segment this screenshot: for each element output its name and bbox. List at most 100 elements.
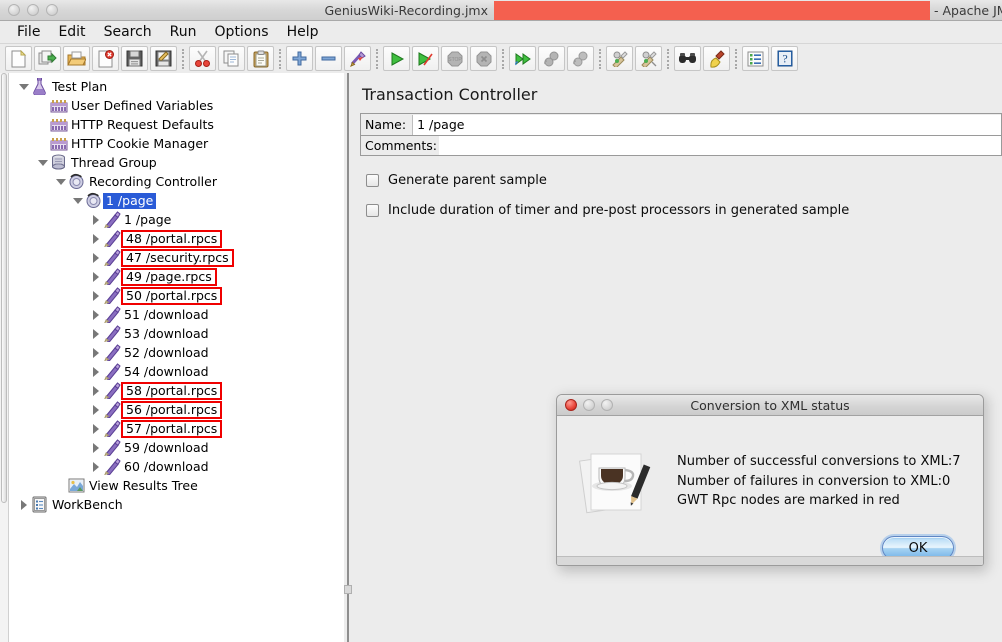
chevron-right-icon[interactable] — [89, 343, 102, 362]
generate-parent-sample-checkbox[interactable] — [366, 174, 379, 187]
start-icon[interactable] — [383, 46, 410, 71]
tree-node[interactable]: 58 /portal.rpcs — [9, 381, 344, 400]
search-icon[interactable] — [674, 46, 701, 71]
include-duration-row[interactable]: Include duration of timer and pre-post p… — [366, 203, 849, 218]
stop-icon[interactable]: STOP — [441, 46, 468, 71]
tree-node[interactable]: Test Plan — [9, 77, 344, 96]
templates-icon[interactable] — [34, 46, 61, 71]
tree-node[interactable]: Thread Group — [9, 153, 344, 172]
chevron-right-icon[interactable] — [89, 267, 102, 286]
thread-group-icon — [49, 153, 68, 172]
chevron-right-icon[interactable] — [89, 438, 102, 457]
tree-node[interactable]: 49 /page.rpcs — [9, 267, 344, 286]
chevron-right-icon[interactable] — [89, 457, 102, 476]
open-icon[interactable] — [63, 46, 90, 71]
save-icon[interactable] — [121, 46, 148, 71]
save-as-icon[interactable] — [150, 46, 177, 71]
function-helper-icon[interactable] — [742, 46, 769, 71]
tree-node[interactable]: 56 /portal.rpcs — [9, 400, 344, 419]
name-input[interactable] — [412, 114, 1001, 135]
tree-node[interactable]: View Results Tree — [9, 476, 344, 495]
dialog-window-controls[interactable] — [565, 399, 613, 411]
menu-options[interactable]: Options — [206, 21, 278, 43]
chevron-right-icon[interactable] — [89, 400, 102, 419]
redaction-overlay — [494, 1, 930, 20]
tree-node[interactable]: Recording Controller — [9, 172, 344, 191]
help-icon[interactable]: ? — [771, 46, 798, 71]
copy-icon[interactable] — [218, 46, 245, 71]
tree-node-label: 48 /portal.rpcs — [121, 229, 223, 248]
chevron-right-icon[interactable] — [89, 210, 102, 229]
menu-help[interactable]: Help — [278, 21, 328, 43]
clear-all-icon[interactable] — [635, 46, 662, 71]
search-reset-icon[interactable] — [703, 46, 730, 71]
tree-node[interactable]: 57 /portal.rpcs — [9, 419, 344, 438]
tree-node[interactable]: 59 /download — [9, 438, 344, 457]
tree-node[interactable]: 54 /download — [9, 362, 344, 381]
remote-stop-all-icon[interactable] — [538, 46, 565, 71]
tree-node[interactable]: HTTP Request Defaults — [9, 115, 344, 134]
sampler-icon — [102, 324, 121, 343]
tree-node-label: 47 /security.rpcs — [121, 248, 234, 267]
menu-run[interactable]: Run — [161, 21, 206, 43]
tree-scrollbar-thumb[interactable] — [1, 73, 7, 503]
tree-node[interactable]: 50 /portal.rpcs — [9, 286, 344, 305]
tree-node[interactable]: 48 /portal.rpcs — [9, 229, 344, 248]
chevron-down-icon[interactable] — [71, 191, 84, 210]
tree-node[interactable]: WorkBench — [9, 495, 344, 514]
remote-shutdown-all-icon[interactable] — [567, 46, 594, 71]
name-row: Name: — [360, 113, 1002, 135]
tree-node[interactable]: 1 /page — [9, 191, 344, 210]
menu-file[interactable]: File — [8, 21, 49, 43]
tree-node[interactable]: 51 /download — [9, 305, 344, 324]
panel-splitter[interactable] — [344, 73, 352, 642]
chevron-right-icon[interactable] — [89, 419, 102, 438]
chevron-right-icon[interactable] — [89, 362, 102, 381]
paste-icon[interactable] — [247, 46, 274, 71]
dialog-title: Conversion to XML status — [690, 398, 850, 413]
menu-edit[interactable]: Edit — [49, 21, 94, 43]
dialog-maximize-button[interactable] — [601, 399, 613, 411]
comments-input[interactable] — [438, 136, 1001, 155]
chevron-right-icon[interactable] — [89, 324, 102, 343]
tree-node[interactable]: 47 /security.rpcs — [9, 248, 344, 267]
dialog-minimize-button[interactable] — [583, 399, 595, 411]
cut-icon[interactable] — [189, 46, 216, 71]
tree-node[interactable]: 53 /download — [9, 324, 344, 343]
tree-scrollbar[interactable] — [0, 73, 9, 642]
tree-node[interactable]: HTTP Cookie Manager — [9, 134, 344, 153]
splitter-grip[interactable] — [344, 585, 352, 594]
tree-node[interactable]: 60 /download — [9, 457, 344, 476]
test-plan-tree[interactable]: Test Plan User Defined Variables HTTP Requ… — [9, 73, 344, 514]
chevron-down-icon[interactable] — [36, 153, 49, 172]
config-element-icon — [49, 115, 68, 134]
sampler-icon — [102, 438, 121, 457]
tree-node[interactable]: 52 /download — [9, 343, 344, 362]
clear-icon[interactable] — [606, 46, 633, 71]
chevron-right-icon[interactable] — [17, 495, 30, 514]
chevron-down-icon[interactable] — [17, 77, 30, 96]
collapse-all-icon[interactable] — [315, 46, 342, 71]
chevron-right-icon[interactable] — [89, 305, 102, 324]
start-no-pauses-icon[interactable] — [412, 46, 439, 71]
tree-node[interactable]: 1 /page — [9, 210, 344, 229]
chevron-right-icon[interactable] — [89, 248, 102, 267]
close-icon[interactable] — [92, 46, 119, 71]
chevron-right-icon[interactable] — [89, 229, 102, 248]
chevron-down-icon[interactable] — [54, 172, 67, 191]
dialog-close-button[interactable] — [565, 399, 577, 411]
toggle-icon[interactable] — [344, 46, 371, 71]
chevron-right-icon[interactable] — [89, 286, 102, 305]
shutdown-icon[interactable] — [470, 46, 497, 71]
remote-start-all-icon[interactable] — [509, 46, 536, 71]
generate-parent-sample-row[interactable]: Generate parent sample — [366, 173, 547, 188]
sampler-icon — [102, 400, 121, 419]
new-icon[interactable] — [5, 46, 32, 71]
tree-node[interactable]: User Defined Variables — [9, 96, 344, 115]
listener-icon — [67, 476, 86, 495]
chevron-right-icon[interactable] — [89, 381, 102, 400]
include-duration-checkbox[interactable] — [366, 204, 379, 217]
expand-all-icon[interactable] — [286, 46, 313, 71]
sampler-icon — [102, 267, 121, 286]
menu-search[interactable]: Search — [95, 21, 161, 43]
